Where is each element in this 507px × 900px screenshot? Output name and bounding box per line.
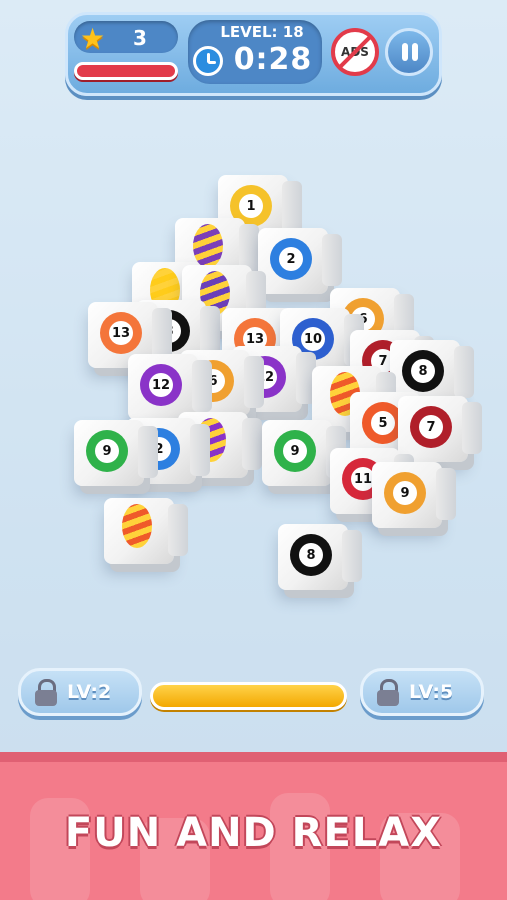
pause-button[interactable] [385,28,433,76]
tile-number: 5 [371,411,395,435]
star-count: 3 [133,26,147,50]
tile-number: 7 [419,415,443,439]
banner-tagline: FUN AND RELAX [64,810,443,856]
ball-icon: 12 [140,364,182,406]
current-level-label: LV:2 [67,681,112,703]
tile-number: 9 [393,481,417,505]
tile-number: 9 [283,439,307,463]
tile-number: 12 [149,373,173,397]
clock-icon [193,46,223,76]
ball-icon: 9 [384,472,426,514]
next-level-lock: LV:5 [360,668,484,716]
no-ads-button[interactable]: ADS [331,28,379,76]
ball-icon: 2 [270,238,312,280]
level-label: LEVEL: 18 [220,23,304,41]
ball-icon: 9 [86,430,128,472]
tile-number: 8 [411,359,435,383]
lock-icon [375,679,401,706]
timer: 0:28 [233,42,313,77]
tile[interactable]: 9 [262,420,346,486]
tile[interactable]: 2 [258,228,342,294]
tile-number: 10 [301,327,325,351]
ball-icon: 9 [274,430,316,472]
ball-icon: 8 [402,350,444,392]
tile-number: 13 [109,321,133,345]
ball-icon: 13 [100,312,142,354]
tile[interactable]: 9 [74,420,158,486]
tile[interactable]: 8 [278,524,362,590]
tile[interactable]: 7 [398,396,482,462]
current-level-lock: LV:2 [18,668,142,716]
egg-icon [193,224,223,268]
level-progress-bar [150,682,347,710]
tile[interactable] [104,498,188,564]
egg-icon [122,504,152,548]
next-level-label: LV:5 [409,681,454,703]
tile-number: 9 [95,439,119,463]
tile-number: 8 [299,543,323,567]
tile-number: 2 [279,247,303,271]
star-icon: ★ [80,22,106,55]
ball-icon: 8 [290,534,332,576]
tile[interactable]: 9 [372,462,456,528]
no-ads-label: ADS [341,45,369,59]
lock-icon [33,679,59,706]
star-progress-bar [74,62,178,80]
ball-icon: 7 [410,406,452,448]
tile-number: 1 [239,194,263,218]
tile[interactable]: 12 [128,354,212,420]
banner-edge [0,752,507,762]
